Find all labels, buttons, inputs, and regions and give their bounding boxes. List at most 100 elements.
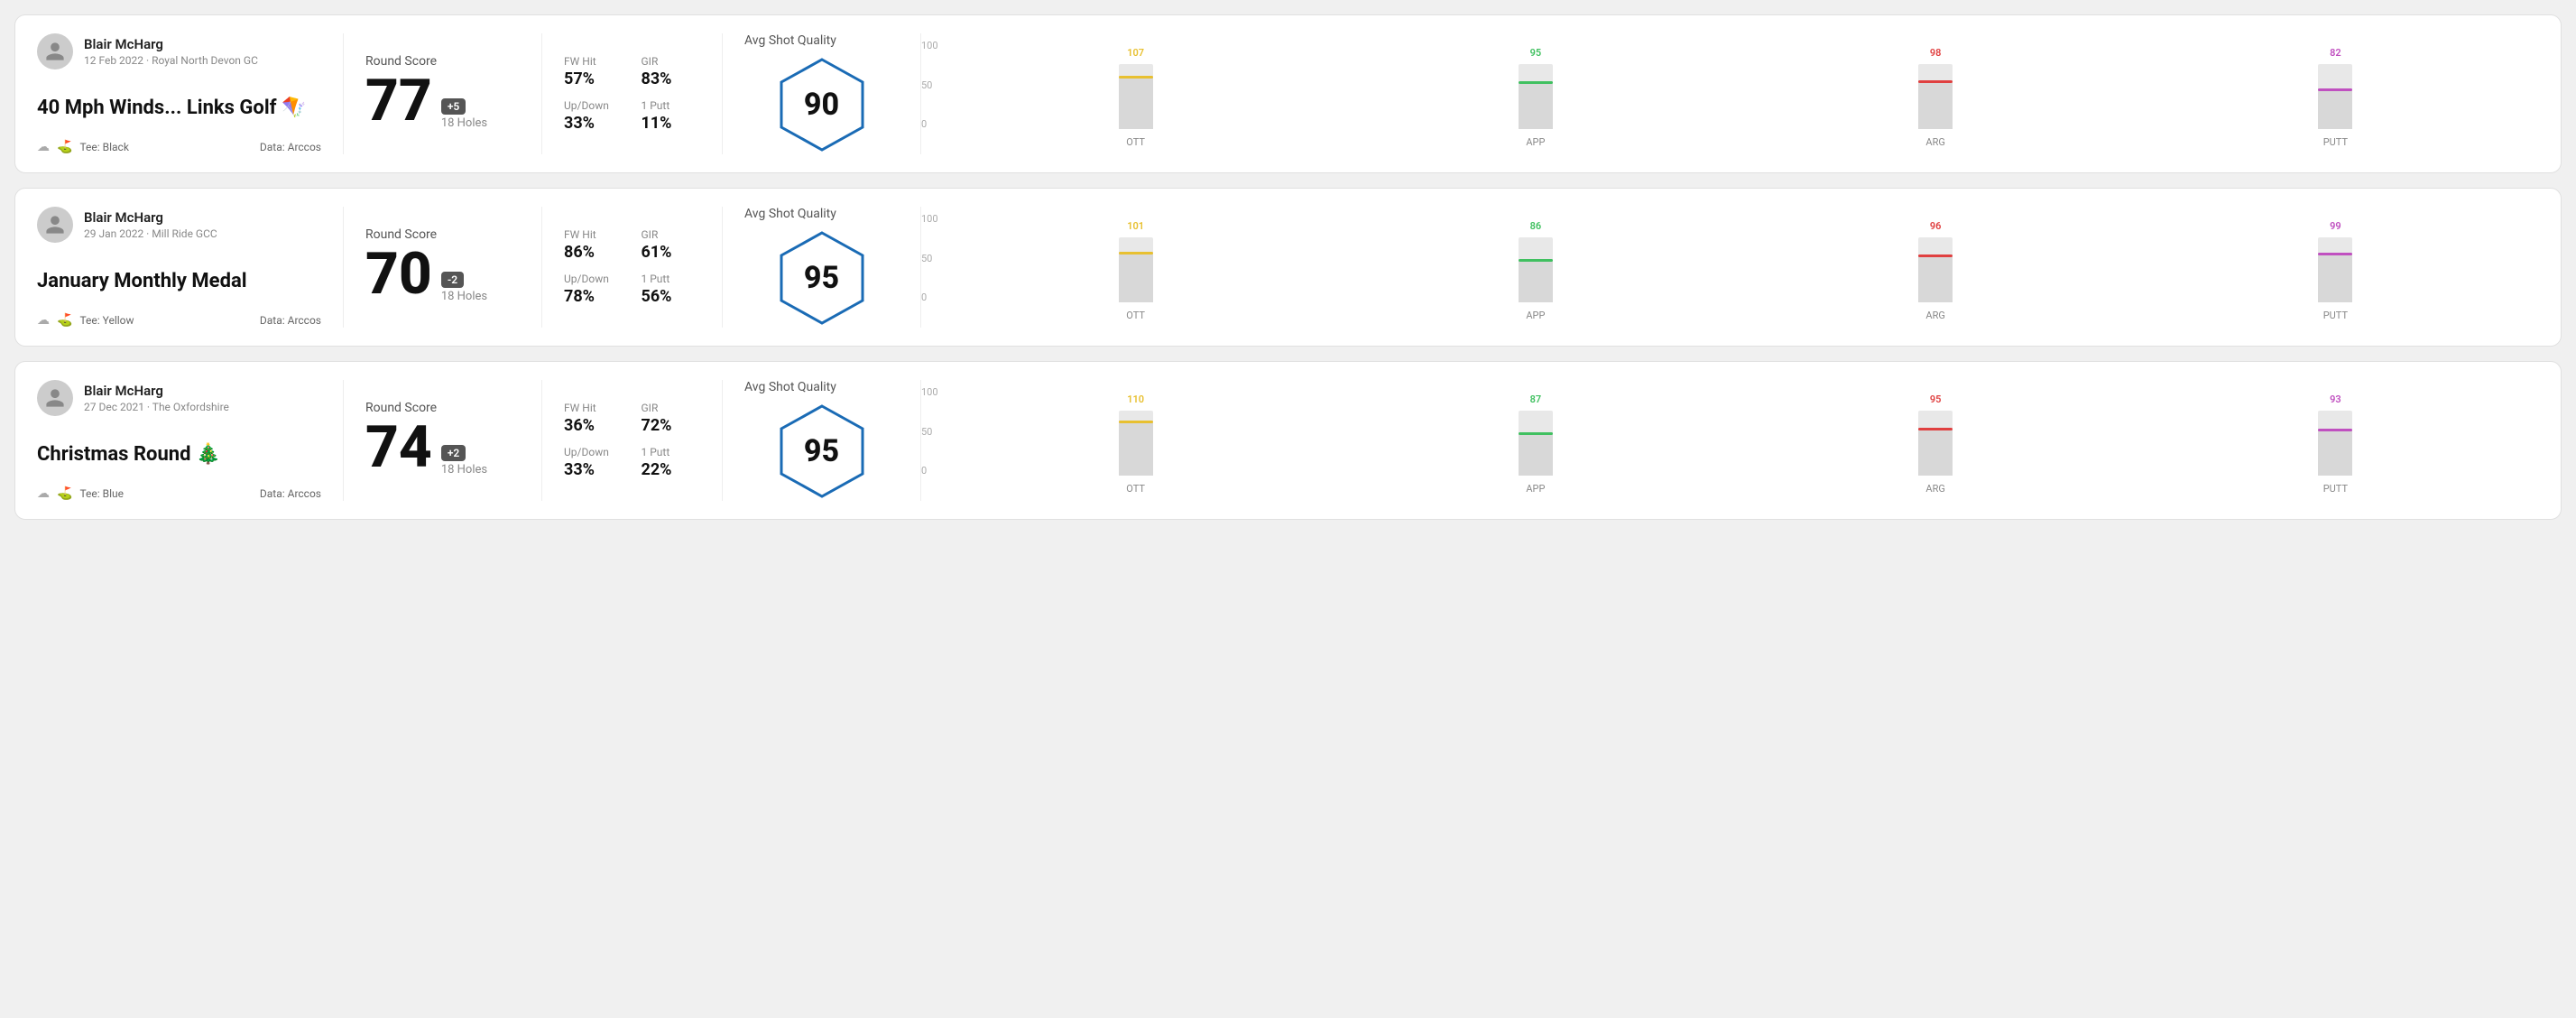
stats-grid: FW Hit36%GIR72%Up/Down33%1 Putt22% [564,402,700,479]
stat-gir-label: GIR [642,402,701,414]
score-differential-badge: -2 [441,272,464,288]
chart-section: 100500 107OTT95APP98ARG82PUTT [921,33,2539,154]
bar-group-putt: 99PUTT [2147,220,2525,321]
round-title: Christmas Round 🎄 [37,443,321,466]
y-axis: 100500 [921,40,938,130]
score-differential-badge: +2 [441,445,466,461]
bar-wrapper [1519,411,1553,476]
stat-one-putt-label: 1 Putt [642,446,701,458]
y-axis-label: 0 [921,292,938,303]
bar-line [1918,255,1953,257]
stat-one-putt-value: 56% [642,287,701,306]
card-footer: ☁⛳Tee: YellowData: Arccos [37,313,321,328]
stat-gir-label: GIR [642,55,701,68]
score-number: 74 [365,419,432,477]
bar-value-label: 95 [1530,47,1542,59]
tee-icon: ⛳ [57,313,72,328]
bar-wrapper [1918,237,1953,302]
stat-one-putt: 1 Putt 11% [642,99,701,133]
bar-wrapper [1918,64,1953,129]
bar-fill [1519,259,1553,302]
stat-up-down: Up/Down33% [564,99,623,133]
round-card: Blair McHarg29 Jan 2022 · Mill Ride GCCJ… [14,188,2562,347]
weather-icon: ☁ [37,140,50,154]
shot-quality-section: Avg Shot Quality 95 [723,207,921,328]
stat-up-down: Up/Down 78% [564,273,623,306]
score-section: Round Score77+518 Holes [344,33,542,154]
bars-row: 107OTT95APP98ARG82PUTT [943,40,2525,148]
bar-value-label: 95 [1930,393,1942,405]
bar-group-arg: 98ARG [1747,47,2125,148]
bar-value-label: 101 [1127,220,1144,232]
footer-left: ☁⛳Tee: Blue [37,486,124,501]
hexagon-chart: 90 [772,55,872,154]
shot-quality-label: Avg Shot Quality [744,33,836,48]
bar-fill [2318,253,2352,302]
stat-one-putt: 1 Putt22% [642,446,701,479]
bar-chart: 100500107OTT95APP98ARG82PUTT [943,40,2525,148]
stat-fw-hit-label: FW Hit [564,228,623,241]
bar-line [1519,259,1553,262]
user-name: Blair McHarg [84,209,217,226]
tee-label: Tee: Blue [79,487,124,500]
user-info: Blair McHarg29 Jan 2022 · Mill Ride GCC [37,207,321,243]
avatar [37,207,73,243]
bar-value-label: 96 [1930,220,1942,232]
y-axis-label: 50 [921,253,938,264]
bar-chart: 100500110OTT87APP95ARG93PUTT [943,386,2525,495]
bar-wrapper [1119,64,1153,129]
bar-value-label: 93 [2330,393,2341,405]
stat-one-putt: 1 Putt 56% [642,273,701,306]
bar-fill [1918,255,1953,302]
round-card: Blair McHarg12 Feb 2022 · Royal North De… [14,14,2562,173]
card-footer: ☁⛳Tee: BlueData: Arccos [37,486,321,501]
card-left-section: Blair McHarg27 Dec 2021 · The Oxfordshir… [37,380,344,501]
stat-one-putt-value: 11% [642,114,701,133]
stat-up-down-value: 78% [564,287,623,306]
bar-axis-label: OTT [1126,310,1145,321]
user-name: Blair McHarg [84,36,258,52]
bar-group-ott: 101 OTT [946,220,1325,321]
bar-value-label: 107 [1127,47,1144,59]
bar-group-app: 86APP [1346,220,1724,321]
bar-fill [1519,81,1553,129]
bar-fill [1119,76,1153,129]
weather-icon: ☁ [37,313,50,328]
y-axis-label: 50 [921,426,938,438]
bar-line [1119,421,1153,423]
data-source-label: Data: Arccos [260,314,321,327]
holes-count: 18 Holes [441,463,487,477]
user-date: 29 Jan 2022 · Mill Ride GCC [84,227,217,240]
bar-wrapper [1918,411,1953,476]
bar-fill [2318,88,2352,129]
bar-value-label: 110 [1127,393,1144,405]
bars-row: 110OTT87APP95ARG93PUTT [943,386,2525,495]
stat-one-putt-label: 1 Putt [642,99,701,112]
quality-score: 90 [804,87,839,123]
bar-axis-label: APP [1526,483,1545,495]
bar-group-arg: 95ARG [1747,393,2125,495]
tee-label: Tee: Black [79,141,128,153]
bar-wrapper [1119,411,1153,476]
stat-up-down-label: Up/Down [564,273,623,285]
stat-gir-value: 83% [642,69,701,88]
score-number: 70 [365,245,432,303]
user-text: Blair McHarg27 Dec 2021 · The Oxfordshir… [84,383,229,413]
quality-score: 95 [804,433,839,469]
footer-left: ☁⛳Tee: Yellow [37,313,134,328]
hexagon-chart: 95 [772,228,872,328]
stat-gir-label: GIR [642,228,701,241]
bar-axis-label: PUTT [2323,310,2348,321]
bar-value-label: 98 [1930,47,1942,59]
y-axis-label: 100 [921,386,938,398]
chart-section: 100500110OTT87APP95ARG93PUTT [921,380,2539,501]
bar-axis-label: PUTT [2323,136,2348,148]
stat-one-putt-label: 1 Putt [642,273,701,285]
bar-fill [1119,421,1153,476]
user-text: Blair McHarg29 Jan 2022 · Mill Ride GCC [84,209,217,240]
holes-count: 18 Holes [441,116,487,130]
bar-line [2318,429,2352,431]
bar-group-ott: 110OTT [946,393,1325,495]
bar-fill [2318,429,2352,476]
round-card: Blair McHarg27 Dec 2021 · The Oxfordshir… [14,361,2562,520]
